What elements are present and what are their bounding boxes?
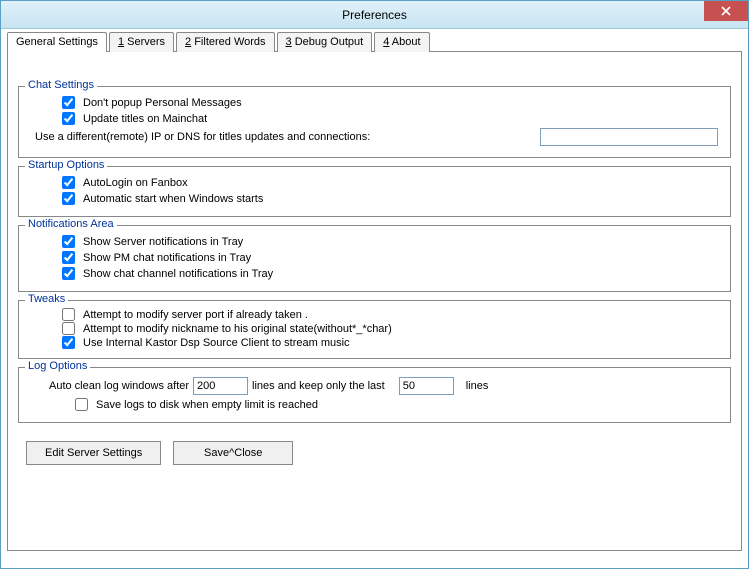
legend-log-options: Log Options (25, 360, 90, 372)
label-dont-popup-pm: Don't popup Personal Messages (83, 97, 242, 109)
group-chat-settings: Chat Settings Don't popup Personal Messa… (18, 86, 731, 158)
checkbox-update-titles[interactable] (62, 112, 75, 125)
tab-debug-output[interactable]: 3 Debug Output (277, 32, 373, 52)
tab-general-settings[interactable]: General Settings (7, 32, 107, 52)
label-pm-notif: Show PM chat notifications in Tray (83, 252, 251, 264)
save-close-button[interactable]: Save^Close (173, 441, 293, 465)
checkbox-autostart-windows[interactable] (62, 192, 75, 205)
label-autostart-windows: Automatic start when Windows starts (83, 193, 263, 205)
checkbox-autologin[interactable] (62, 176, 75, 189)
input-lines-after[interactable] (193, 377, 248, 395)
preferences-window: Preferences General Settings 1 Servers 2… (0, 0, 749, 569)
group-tweaks: Tweaks Attempt to modify server port if … (18, 300, 731, 359)
button-row: Edit Server Settings Save^Close (26, 441, 731, 465)
label-channel-notif: Show chat channel notifications in Tray (83, 268, 273, 280)
label-save-logs: Save logs to disk when empty limit is re… (96, 399, 318, 411)
legend-tweaks: Tweaks (25, 293, 68, 305)
checkbox-dont-popup-pm[interactable] (62, 96, 75, 109)
close-button[interactable] (704, 1, 748, 21)
group-log-options: Log Options Auto clean log windows after… (18, 367, 731, 423)
tab-servers[interactable]: 1 Servers (109, 32, 174, 52)
group-startup-options: Startup Options AutoLogin on Fanbox Auto… (18, 166, 731, 217)
input-keep-last[interactable] (399, 377, 454, 395)
client-area: General Settings 1 Servers 2 Filtered Wo… (1, 29, 748, 568)
checkbox-server-notif[interactable] (62, 235, 75, 248)
checkbox-save-logs[interactable] (75, 398, 88, 411)
label-auto-clean-post: lines (466, 380, 489, 392)
label-modify-port: Attempt to modify server port if already… (83, 309, 308, 321)
legend-chat-settings: Chat Settings (25, 79, 97, 91)
checkbox-modify-port[interactable] (62, 308, 75, 321)
edit-server-settings-button[interactable]: Edit Server Settings (26, 441, 161, 465)
checkbox-channel-notif[interactable] (62, 267, 75, 280)
tab-filtered-words[interactable]: 2 Filtered Words (176, 32, 275, 52)
checkbox-pm-notif[interactable] (62, 251, 75, 264)
label-ip-dns: Use a different(remote) IP or DNS for ti… (35, 131, 370, 143)
close-icon (721, 6, 731, 16)
label-server-notif: Show Server notifications in Tray (83, 236, 243, 248)
tabstrip: General Settings 1 Servers 2 Filtered Wo… (7, 32, 742, 52)
label-auto-clean-mid: lines and keep only the last (252, 380, 385, 392)
titlebar: Preferences (1, 1, 748, 29)
input-ip-dns[interactable] (540, 128, 718, 146)
label-auto-clean-pre: Auto clean log windows after (49, 380, 189, 392)
checkbox-modify-nickname[interactable] (62, 322, 75, 335)
label-modify-nickname: Attempt to modify nickname to his origin… (83, 323, 392, 335)
label-kastor-dsp: Use Internal Kastor Dsp Source Client to… (83, 337, 350, 349)
tab-panel-general: Chat Settings Don't popup Personal Messa… (7, 51, 742, 551)
tab-about[interactable]: 4 About (374, 32, 429, 52)
window-title: Preferences (1, 8, 748, 22)
legend-startup-options: Startup Options (25, 159, 107, 171)
checkbox-kastor-dsp[interactable] (62, 336, 75, 349)
label-update-titles: Update titles on Mainchat (83, 113, 207, 125)
group-notifications: Notifications Area Show Server notificat… (18, 225, 731, 292)
legend-notifications: Notifications Area (25, 218, 117, 230)
label-autologin: AutoLogin on Fanbox (83, 177, 188, 189)
